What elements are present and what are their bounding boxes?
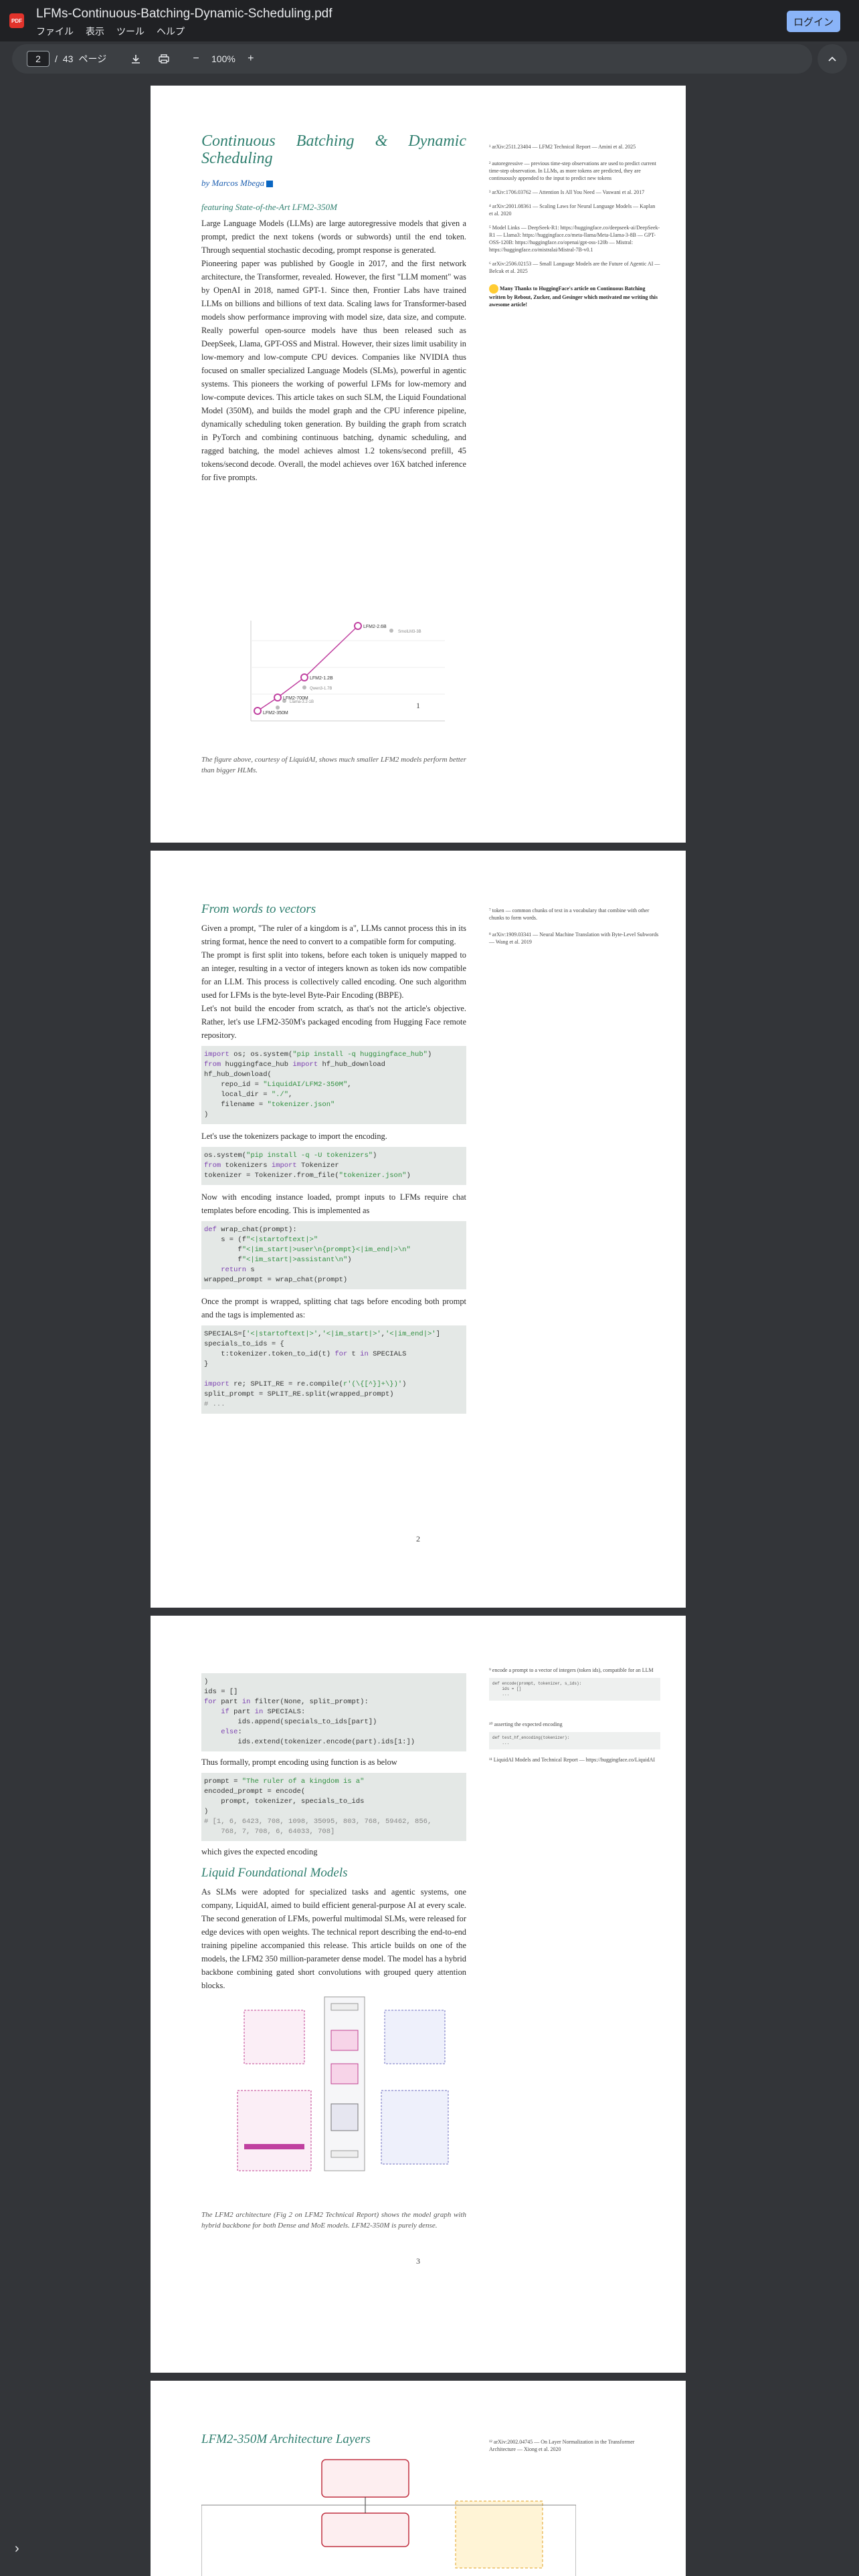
menu-view[interactable]: 表示 <box>86 25 104 38</box>
paragraph: Now with encoding instance loaded, promp… <box>201 1192 466 1215</box>
paragraph: which gives the expected encoding <box>201 1847 318 1856</box>
pdf-toolbar: 2 / 43 ページ − 100% + <box>12 44 812 74</box>
document-title: LFMs-Continuous-Batching-Dynamic-Schedul… <box>36 7 332 21</box>
section-heading: From words to vectors <box>201 902 316 916</box>
code-block: def wrap_chat(prompt): s = (f"<|startoft… <box>201 1221 466 1289</box>
huggingface-icon <box>489 284 498 294</box>
author-line: by Marcos Mbega <box>201 177 466 190</box>
page-number-input[interactable]: 2 <box>27 51 50 67</box>
pdf-page-4: LFM2-350M Architecture Layers ¹² arXiv:2… <box>151 2381 686 2576</box>
side-notes: ¹² arXiv:2002.04745 — On Layer Normaliza… <box>489 2438 660 2457</box>
chart-point-smollm <box>389 629 393 633</box>
paragraph: Let's use the tokenizers package to impo… <box>201 1132 387 1141</box>
footnote: ⁷ token — common chunks of text in a voc… <box>489 907 650 921</box>
zoom-in-icon[interactable]: + <box>242 50 260 68</box>
section-heading: Liquid Foundational Models <box>201 1866 348 1880</box>
login-button[interactable]: ログイン <box>787 11 840 32</box>
page-number: 3 <box>416 2256 420 2266</box>
side-notes: ¹ arXiv:2511.23404 — LFM2 Technical Repo… <box>489 143 660 312</box>
pdf-page-3: ) ids = [] for part in filter(None, spli… <box>151 1616 686 2373</box>
chevron-right-icon[interactable]: › <box>15 2541 19 2557</box>
figure-caption: The LFM2 architecture (Fig 2 on LFM2 Tec… <box>201 2211 466 2230</box>
total-pages: 43 <box>62 53 74 64</box>
chart-point-qwen <box>302 685 306 689</box>
pdf-app-icon: PDF <box>9 13 24 28</box>
footnote: ⁶ arXiv:2506.02153 — Small Language Mode… <box>489 261 660 274</box>
article-title: Continuous Batching & Dynamic Scheduling <box>201 132 466 167</box>
footnote: ² autoregressive — previous time-step ob… <box>489 160 656 181</box>
pdf-page-2: From words to vectors Given a prompt, "T… <box>151 851 686 1608</box>
figure-caption: The figure above, courtesy of LiquidAI, … <box>201 756 466 774</box>
paragraph: Once the prompt is wrapped, splitting ch… <box>201 1297 466 1319</box>
pages-suffix: ページ <box>78 53 107 64</box>
menu-bar: ファイル 表示 ツール ヘルプ <box>36 25 185 38</box>
zoom-out-icon[interactable]: − <box>187 50 205 68</box>
chart-label: Qwen3-1.7B <box>310 687 332 691</box>
chart-label: LFM2-350M <box>263 711 288 716</box>
page-number: 2 <box>416 1534 420 1543</box>
code-block: import os; os.system("pip install -q hug… <box>201 1046 466 1124</box>
paragraph: Given a prompt, "The ruler of a kingdom … <box>201 924 466 946</box>
paragraph: As SLMs were adopted for specialized tas… <box>201 1887 466 1990</box>
chart-label: LFM2-2.6B <box>363 625 387 629</box>
footnote: ⁹ encode a prompt to a vector of integer… <box>489 1667 654 1673</box>
chart-point-lfm2-1.2b <box>300 673 308 681</box>
footnote: ⁸ arXiv:1909.03341 — Neural Machine Tran… <box>489 932 659 945</box>
side-notes: ⁹ encode a prompt to a vector of integer… <box>489 1667 660 1767</box>
paragraph: Thus formally, prompt encoding using fun… <box>201 1757 397 1767</box>
code-block: prompt = "The ruler of a kingdom is a" e… <box>201 1773 466 1841</box>
chart-point-lfm2-700m <box>274 693 282 702</box>
page-separator: / <box>55 53 58 64</box>
title-bar: PDF LFMs-Continuous-Batching-Dynamic-Sch… <box>0 0 859 41</box>
print-icon[interactable] <box>155 50 173 68</box>
footnote: ¹ arXiv:2511.23404 — LFM2 Technical Repo… <box>489 144 636 150</box>
zoom-level: 100% <box>211 53 235 64</box>
paragraph: Let's not build the encoder from scratch… <box>201 1004 466 1040</box>
code-block: def test_hf_encoding(tokenizer): ... <box>489 1732 660 1749</box>
section-heading: LFM2-350M Architecture Layers <box>201 2432 371 2446</box>
page-number: 1 <box>416 701 420 710</box>
linkedin-icon[interactable] <box>266 181 274 188</box>
pdf-page-1: Continuous Batching & Dynamic Scheduling… <box>151 86 686 843</box>
paragraph: Large Language Models (LLMs) are large a… <box>201 219 466 255</box>
footnote: ³ arXiv:1706.03762 — Attention Is All Yo… <box>489 189 645 195</box>
code-block: SPECIALS=['<|startoftext|>','<|im_start|… <box>201 1325 466 1414</box>
code-block: ) ids = [] for part in filter(None, spli… <box>201 1673 466 1751</box>
featuring-line: featuring State-of-the-Art LFM2-350M <box>201 202 337 212</box>
side-notes: ⁷ token — common chunks of text in a voc… <box>489 907 660 950</box>
performance-chart: LFM2-2.6B LFM2-1.2B LFM2-700M LFM2-350M … <box>231 614 452 734</box>
download-icon[interactable] <box>127 50 145 68</box>
menu-file[interactable]: ファイル <box>36 25 74 38</box>
paragraph: The prompt is first split into tokens, b… <box>201 950 466 1000</box>
footnote: ⁵ Model Links — DeepSeek-R1: https://hug… <box>489 225 660 253</box>
footnote: ¹⁰ asserting the expected encoding <box>489 1721 563 1727</box>
footnote: ¹² arXiv:2002.04745 — On Layer Normaliza… <box>489 2439 635 2452</box>
thanks-note: Many Thanks to HuggingFace's article on … <box>489 284 658 308</box>
footnote: ¹¹ LiquidAI Models and Technical Report … <box>489 1757 656 1763</box>
paragraph: Pioneering paper was published by Google… <box>201 259 466 482</box>
architecture-diagram <box>231 1990 458 2184</box>
menu-help[interactable]: ヘルプ <box>157 25 185 38</box>
chart-point-lfm2-2.6b <box>354 622 362 630</box>
code-block: def encode(prompt, tokenizer, s_ids): id… <box>489 1678 660 1701</box>
footnote: ⁴ arXiv:2001.08361 — Scaling Laws for Ne… <box>489 203 656 217</box>
chart-label: SmolLM3-3B <box>398 630 421 634</box>
chart-label: LFM2-1.2B <box>310 676 333 681</box>
collapse-toolbar-icon[interactable] <box>818 44 847 74</box>
menu-tools[interactable]: ツール <box>116 25 145 38</box>
layers-diagram <box>201 2458 577 2576</box>
code-block: os.system("pip install -q -U tokenizers"… <box>201 1147 466 1185</box>
